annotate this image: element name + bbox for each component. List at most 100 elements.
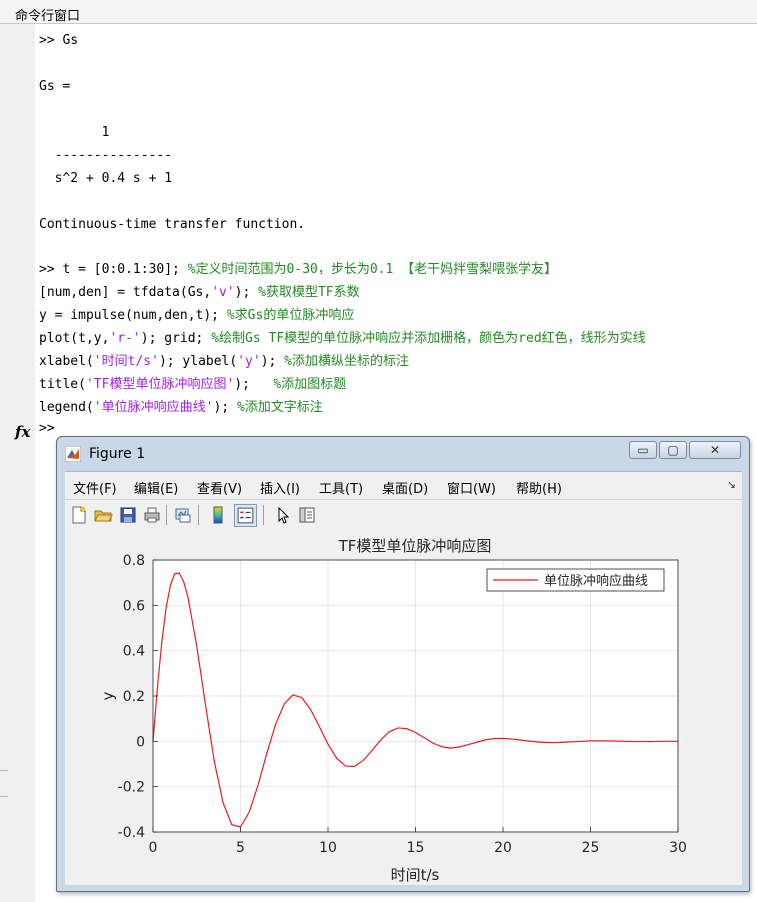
matlab-logo-icon [65,446,81,462]
command-line: y = impulse(num,den,t); %求Gs的单位脉冲响应 [39,305,354,327]
code-string: 'TF模型单位脉冲响应图' [85,377,235,392]
code-comment: %求Gs的单位脉冲响应 [226,308,355,323]
y-tick-label: 0 [136,734,145,750]
legend-icon[interactable] [234,504,257,527]
command-line: plot(t,y,'r-'); grid; %绘制Gs TF模型的单位脉冲响应并… [39,328,646,350]
y-tick-label: -0.2 [118,780,145,796]
legend-label: 单位脉冲响应曲线 [544,573,648,589]
code-text: ); grid; [140,331,212,346]
y-axis-label: y [99,691,117,700]
toolbar-separator [263,505,264,525]
menu-help[interactable]: 帮助(H) [516,478,562,497]
x-tick-label: 5 [236,840,245,856]
code-text: ); [213,400,237,415]
menu-window[interactable]: 窗口(W) [447,478,496,497]
code-text: Continuous-time transfer function. [39,217,306,232]
code-text: 1 [39,125,110,140]
command-line: Continuous-time transfer function. [39,214,305,236]
command-prompt[interactable]: >> [39,421,55,436]
menu-tools[interactable]: 工具(T) [319,478,363,497]
code-string: '时间t/s' [93,354,159,369]
figure-toolbar [65,499,742,531]
figure-title: Figure 1 [89,446,146,462]
code-comment: %绘制Gs TF模型的单位脉冲响应并添加栅格，颜色为red红色，线形为实线 [211,331,646,346]
code-comment: %添加横纵坐标的标注 [284,354,410,369]
code-text: >> Gs [39,33,79,48]
figure-menubar: 文件(F) 编辑(E) 查看(V) 插入(I) 工具(T) 桌面(D) 窗口(W… [65,471,742,500]
menu-desktop[interactable]: 桌面(D) [382,478,428,497]
colorbar-icon[interactable] [208,505,228,525]
function-browser-icon[interactable]: fx [15,423,30,441]
left-gutter [0,24,35,902]
code-string: 'v' [211,285,235,300]
menu-file[interactable]: 文件(F) [73,478,117,497]
legend-box[interactable]: 单位脉冲响应曲线 [486,568,665,592]
code-text: ); [260,354,285,369]
menu-insert[interactable]: 插入(I) [260,478,300,497]
code-comment: %获取模型TF系数 [258,285,360,300]
command-line: >> Gs [39,30,78,52]
new-file-icon[interactable] [69,505,89,525]
property-inspector-icon[interactable] [297,505,317,525]
x-axis-label: 时间t/s [391,866,440,884]
code-text: plot(t,y, [39,331,110,346]
code-text: legend( [39,400,94,415]
figure-window[interactable]: Figure 1 ▭ ▢ ✕ 文件(F) 编辑(E) 查看(V) 插入(I) 工… [56,436,750,892]
code-comment: %定义时间范围为0-30，步长为0.1 【老干妈拌雪梨喂张学友】 [187,262,558,277]
command-line: Gs = [39,76,70,98]
toolbar-separator [166,505,167,525]
y-tick-label: 0.8 [123,553,145,569]
print-icon[interactable] [142,505,162,525]
x-tick-label: 0 [149,840,158,856]
code-text: [num,den] = tfdata(Gs, [39,285,212,300]
chart-svg: 0 5 10 15 20 25 30 -0.4 -0.2 0 0.2 0.4 0.6 0.8 TF模型单位… [99,537,687,884]
command-line: 1 [39,122,110,144]
maximize-button[interactable]: ▢ [659,441,687,459]
code-string: '单位脉冲响应曲线' [93,400,214,415]
code-string: 'r-' [109,331,141,346]
command-window-title: 命令行窗口 [15,9,81,24]
command-line: title('TF模型单位脉冲响应图'); %添加图标题 [39,374,346,396]
code-string: 'y' [237,354,261,369]
y-tick-label: -0.4 [118,825,145,841]
figure-canvas[interactable]: 0 5 10 15 20 25 30 -0.4 -0.2 0 0.2 0.4 0.6 0.8 TF模型单位… [65,530,742,885]
gutter-divider [0,796,8,797]
code-text: title( [39,377,86,392]
x-tick-label: 25 [582,840,600,856]
x-tick-label: 30 [669,840,687,856]
code-text: xlabel( [39,354,94,369]
command-line: s^2 + 0.4 s + 1 [39,168,172,190]
command-window-header: 命令行窗口 [0,0,757,24]
code-text: ); ylabel( [158,354,238,369]
toolbar-separator [198,505,199,525]
menu-view[interactable]: 查看(V) [197,478,242,497]
code-text: y = impulse(num,den,t); [39,308,227,323]
close-button[interactable]: ✕ [689,441,741,459]
y-tick-label: 0.4 [123,644,145,660]
command-line: >> t = [0:0.1:30]; %定义时间范围为0-30，步长为0.1 【… [39,259,557,281]
minimize-button[interactable]: ▭ [629,441,657,459]
x-tick-label: 20 [494,840,512,856]
command-line: [num,den] = tfdata(Gs,'v'); %获取模型TF系数 [39,282,360,304]
code-text: >> t = [0:0.1:30]; [39,262,188,277]
x-tick-label: 15 [407,840,425,856]
command-line: xlabel('时间t/s'); ylabel('y'); %添加横纵坐标的标注 [39,351,409,373]
figure-titlebar[interactable]: Figure 1 ▭ ▢ ✕ [57,437,749,471]
menubar-overflow-icon[interactable]: ↘ [727,478,736,491]
code-text: ); [234,377,274,392]
open-folder-icon[interactable] [93,505,113,525]
code-text: Gs = [39,79,71,94]
save-icon[interactable] [118,505,138,525]
code-text: ); [234,285,259,300]
y-tick-label: 0.2 [123,689,145,705]
code-text: s^2 + 0.4 s + 1 [39,171,173,186]
menu-edit[interactable]: 编辑(E) [134,478,178,497]
gutter-divider [0,770,8,771]
pointer-icon[interactable] [273,505,293,525]
x-tick-label: 10 [319,840,337,856]
command-line: legend('单位脉冲响应曲线'); %添加文字标注 [39,397,323,419]
y-tick-label: 0.6 [123,598,145,614]
code-comment: %添加图标题 [273,377,347,392]
code-comment: %添加文字标注 [236,400,323,415]
link-plot-icon[interactable] [173,505,193,525]
